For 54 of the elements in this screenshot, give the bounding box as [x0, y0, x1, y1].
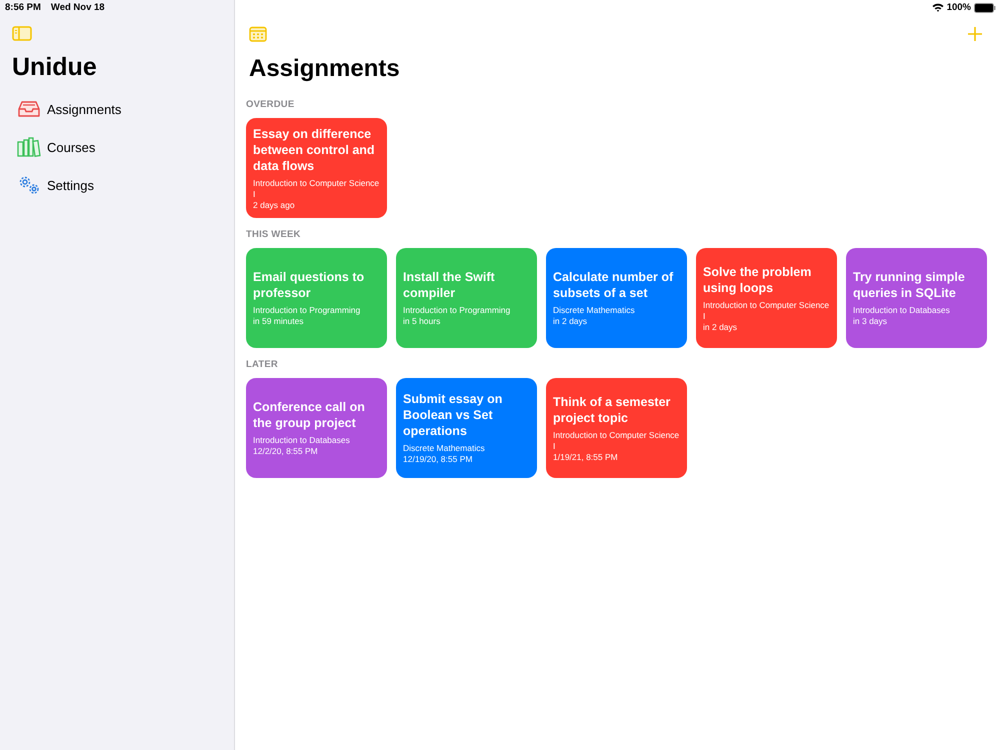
due-time: in 2 days: [553, 316, 588, 327]
course-name: Introduction to Computer Science I: [253, 178, 380, 200]
assignment-card[interactable]: Calculate number of subsets of a set Discrete Mathematics in 2 days: [546, 248, 687, 348]
battery-icon: [974, 2, 996, 12]
assignment-title: Solve the problem using loops: [703, 264, 812, 296]
assignment-title: Essay on difference between control and data flows: [253, 126, 376, 174]
due-time: in 5 hours: [403, 316, 442, 327]
assignment-card[interactable]: Install the Swift compiler Introduction to Programming in 5 hours: [396, 248, 537, 348]
due-time: in 3 days: [853, 316, 888, 327]
section-heading: LATER: [246, 359, 279, 370]
due-time: 1/19/21, 8:55 PM: [553, 452, 619, 462]
assignment-card[interactable]: Try running simple queries in SQLite Introduction to Databases in 3 days: [846, 248, 987, 348]
assignment-card[interactable]: Conference call on the group project Introduction to Databases 12/2/20, 8:55 PM: [246, 378, 387, 478]
sidebar-item[interactable]: Assignments: [0, 90, 234, 128]
assignment-title: Calculate number of subsets of a set: [553, 269, 674, 301]
sidebar-item[interactable]: Settings: [0, 166, 234, 204]
assignment-card[interactable]: Submit essay on Boolean vs Set operations Discrete Mathematics 12/19/20, 8:55 PM: [396, 378, 537, 478]
tray-icon: [17, 100, 41, 118]
assignment-title: Install the Swift compiler: [403, 269, 496, 301]
status-date: Wed Nov 18: [50, 2, 105, 14]
course-name: Introduction to Databases: [253, 435, 351, 446]
course-name: Discrete Mathematics: [403, 443, 486, 454]
assignment-title: Try running simple queries in SQLite: [853, 269, 966, 301]
page-title: Assignments: [249, 55, 401, 83]
sidebar-item[interactable]: Courses: [0, 128, 234, 166]
due-time: 2 days ago: [253, 200, 296, 210]
course-name: Introduction to Programming: [403, 305, 512, 316]
section-heading: OVERDUE: [246, 99, 296, 110]
assignment-card[interactable]: Think of a semester project topic Introduction to Computer Science I 1/19/21, 8:55 PM: [546, 378, 687, 478]
gears-icon: [17, 175, 41, 195]
sidebar-toggle-icon[interactable]: [12, 26, 32, 41]
calendar-icon[interactable]: [249, 26, 267, 42]
add-icon[interactable]: [968, 27, 982, 41]
due-time: 12/2/20, 8:55 PM: [253, 446, 319, 457]
assignment-title: Submit essay on Boolean vs Set operations: [403, 391, 504, 439]
course-name: Introduction to Databases: [853, 305, 951, 316]
books-icon: [17, 137, 41, 157]
assignment-card[interactable]: Solve the problem using loops Introduction to Computer Science I in 2 days: [696, 248, 837, 348]
app-title: Unidue: [12, 53, 98, 82]
course-name: Introduction to Programming: [253, 305, 362, 316]
assignment-card[interactable]: Essay on difference between control and data flows Introduction to Computer Science I 2 days ago: [246, 118, 387, 218]
assignment-title: Think of a semester project topic: [553, 394, 672, 426]
assignment-card[interactable]: Email questions to professor Introduction to Programming in 59 minutes: [246, 248, 387, 348]
section-heading: THIS WEEK: [246, 229, 302, 240]
due-time: 12/19/20, 8:55 PM: [403, 454, 474, 465]
status-time: 8:56 PM: [5, 2, 41, 14]
battery-percent: 100%: [946, 2, 971, 13]
course-name: Introduction to Computer Science I: [553, 430, 680, 452]
due-time: in 59 minutes: [253, 316, 305, 327]
due-time: in 2 days: [703, 322, 738, 332]
assignment-title: Email questions to professor: [253, 269, 366, 301]
assignment-title: Conference call on the group project: [253, 399, 366, 431]
wifi-icon: [932, 3, 944, 12]
course-name: Discrete Mathematics: [553, 305, 636, 316]
